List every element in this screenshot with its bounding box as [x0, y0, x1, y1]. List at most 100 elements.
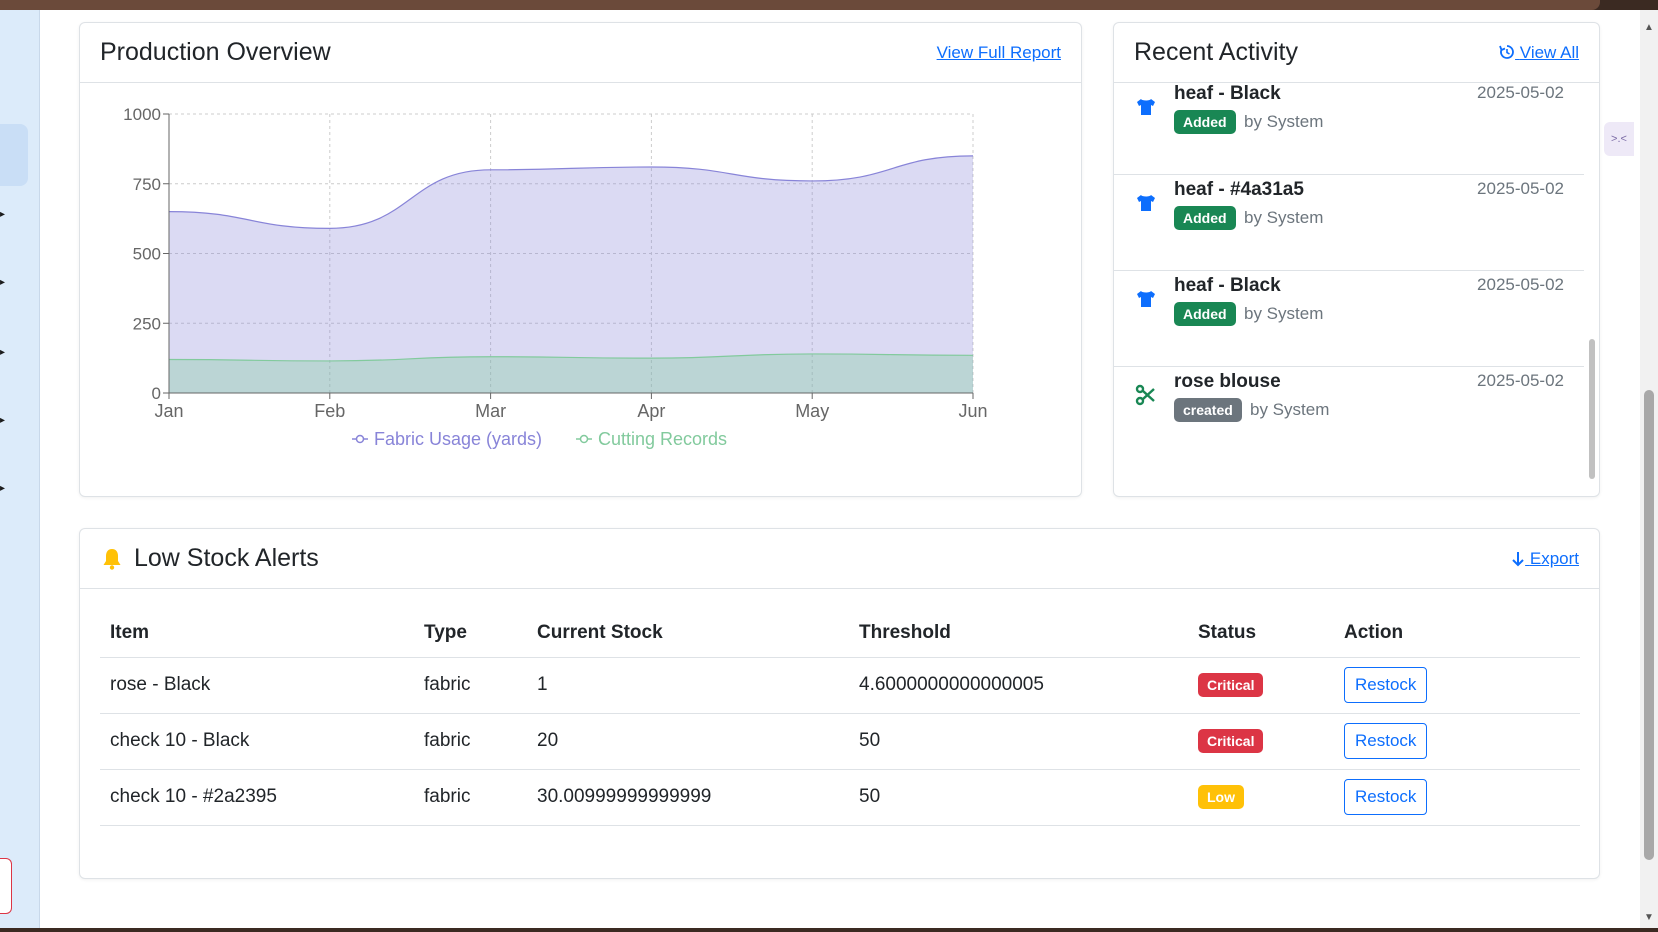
arrow-down-icon: [1512, 551, 1524, 566]
restock-button[interactable]: Restock: [1344, 667, 1428, 703]
low-stock-table: Item Type Current Stock Threshold Status…: [100, 609, 1580, 826]
x-tick-label: Mar: [475, 401, 506, 421]
activity-item[interactable]: heaf - Black 2025-05-02 Added by System: [1114, 83, 1584, 175]
export-link[interactable]: Export: [1511, 549, 1579, 569]
production-title: Production Overview: [100, 38, 331, 66]
activity-name: heaf - Black: [1174, 275, 1281, 296]
tshirt-icon: [1137, 291, 1155, 307]
main-content: Production Overview View Full Report 0 25…: [40, 10, 1640, 928]
scroll-down-icon[interactable]: ▼: [1644, 912, 1654, 923]
status-cell: Low: [1188, 769, 1334, 826]
y-tick-label: 750: [133, 175, 161, 194]
action-cell: Restock: [1334, 657, 1580, 714]
page-scrollbar-thumb[interactable]: [1644, 390, 1654, 860]
x-tick-label: Apr: [637, 401, 665, 421]
current-stock-cell: 20: [527, 713, 849, 770]
activity-item[interactable]: rose blouse 2025-05-02 created by System: [1114, 362, 1584, 456]
chevron-right-icon[interactable]: ▸: [0, 416, 6, 426]
low-stock-card: Low Stock Alerts Export Item Type Curren…: [79, 528, 1600, 879]
view-full-report-link[interactable]: View Full Report: [937, 43, 1061, 63]
activity-name: rose blouse: [1174, 371, 1281, 392]
legend-label: Cutting Records: [598, 429, 727, 449]
logout-button[interactable]: [0, 858, 12, 914]
activity-name: heaf - Black: [1174, 83, 1281, 104]
card-header: Production Overview View Full Report: [80, 23, 1081, 83]
scissors-icon: [1135, 384, 1155, 406]
card-header: Low Stock Alerts Export: [80, 529, 1599, 589]
chevron-right-icon[interactable]: ▸: [0, 484, 6, 494]
chevron-right-icon[interactable]: ▸: [0, 210, 6, 220]
table-row: check 10 - Black fabric 20 50 Critical R…: [100, 713, 1580, 770]
x-tick-label: Feb: [314, 401, 345, 421]
activity-item[interactable]: heaf - Black 2025-05-02 Added by System: [1114, 266, 1584, 367]
status-cell: Critical: [1188, 713, 1334, 770]
table-row: check 10 - #2a2395 fabric 30.00999999999…: [100, 769, 1580, 826]
activity-list: heaf - Black 2025-05-02 Added by System …: [1114, 83, 1584, 456]
sidebar-active-item[interactable]: [0, 124, 28, 186]
type-cell: fabric: [414, 769, 527, 826]
low-stock-title-text: Low Stock Alerts: [134, 544, 319, 572]
action-cell: Restock: [1334, 713, 1580, 770]
activity-date: 2025-05-02: [1477, 179, 1564, 198]
production-overview-card: Production Overview View Full Report 0 25…: [79, 22, 1082, 497]
activity-by: by System: [1244, 112, 1324, 131]
activity-date: 2025-05-02: [1477, 83, 1564, 102]
scroll-up-icon[interactable]: ▲: [1644, 22, 1654, 33]
column-header: Status: [1188, 609, 1334, 658]
column-header: Threshold: [849, 609, 1188, 658]
item-cell: check 10 - #2a2395: [100, 769, 414, 826]
card-header: Recent Activity View All: [1114, 23, 1599, 83]
browser-top-bar: [0, 0, 1658, 10]
activity-name: heaf - #4a31a5: [1174, 179, 1304, 200]
table-header-row: Item Type Current Stock Threshold Status…: [100, 609, 1580, 658]
item-cell: check 10 - Black: [100, 713, 414, 770]
type-cell: fabric: [414, 657, 527, 714]
activity-date: 2025-05-02: [1477, 371, 1564, 390]
history-icon: [1499, 44, 1514, 59]
tshirt-icon: [1137, 195, 1155, 211]
chevron-right-icon[interactable]: ▸: [0, 278, 6, 288]
activity-badge: Added: [1174, 206, 1236, 230]
status-badge: Critical: [1198, 673, 1264, 697]
x-tick-label: May: [795, 401, 829, 421]
activity-by: by System: [1244, 208, 1324, 227]
activity-date: 2025-05-02: [1477, 275, 1564, 294]
low-stock-title: Low Stock Alerts: [100, 544, 319, 573]
activity-item[interactable]: heaf - #4a31a5 2025-05-02 Added by Syste…: [1114, 170, 1584, 271]
status-badge: Critical: [1198, 729, 1264, 753]
view-all-link[interactable]: View All: [1499, 43, 1579, 63]
activity-badge: Added: [1174, 302, 1236, 326]
legend-label: Fabric Usage (yards): [374, 429, 542, 449]
activity-by: by System: [1250, 400, 1330, 419]
sidebar: ▸ ▸ ▸ ▸ ▸: [0, 10, 40, 928]
activity-title: Recent Activity: [1134, 38, 1298, 66]
production-chart: 0 250 500 750 1000 Jan Feb Mar Apr May Jun Fabric U…: [80, 83, 1083, 498]
y-tick-label: 1000: [123, 105, 161, 124]
legend-marker-dot: [355, 434, 365, 444]
status-badge: Low: [1198, 785, 1244, 809]
chevron-right-icon[interactable]: ▸: [0, 348, 6, 358]
x-tick-label: Jun: [958, 401, 987, 421]
activity-badge: Added: [1174, 110, 1236, 134]
page-scrollbar[interactable]: ▲ ▼: [1640, 10, 1658, 928]
threshold-cell: 50: [849, 769, 1188, 826]
restock-button[interactable]: Restock: [1344, 723, 1428, 759]
tshirt-icon: [1137, 99, 1155, 115]
y-tick-label: 250: [133, 314, 161, 333]
column-header: Current Stock: [527, 609, 849, 658]
action-cell: Restock: [1334, 769, 1580, 826]
activity-by: by System: [1244, 304, 1324, 323]
area-chart-svg: 02505007501000Jan Feb Mar Apr May JunFabric U…: [123, 105, 987, 449]
restock-button[interactable]: Restock: [1344, 779, 1428, 815]
activity-badge: created: [1174, 398, 1242, 422]
x-tick-label: Jan: [154, 401, 183, 421]
activity-scrollbar[interactable]: [1589, 339, 1595, 479]
side-panel-toggle[interactable]: >.<: [1604, 122, 1634, 156]
browser-top-bar-inner: [0, 0, 1600, 10]
bell-icon: [103, 548, 121, 570]
status-cell: Critical: [1188, 657, 1334, 714]
table-row: rose - Black fabric 1 4.6000000000000005…: [100, 657, 1580, 714]
y-tick-label: 500: [133, 245, 161, 264]
threshold-cell: 4.6000000000000005: [849, 657, 1188, 714]
view-all-label: View All: [1519, 42, 1579, 62]
